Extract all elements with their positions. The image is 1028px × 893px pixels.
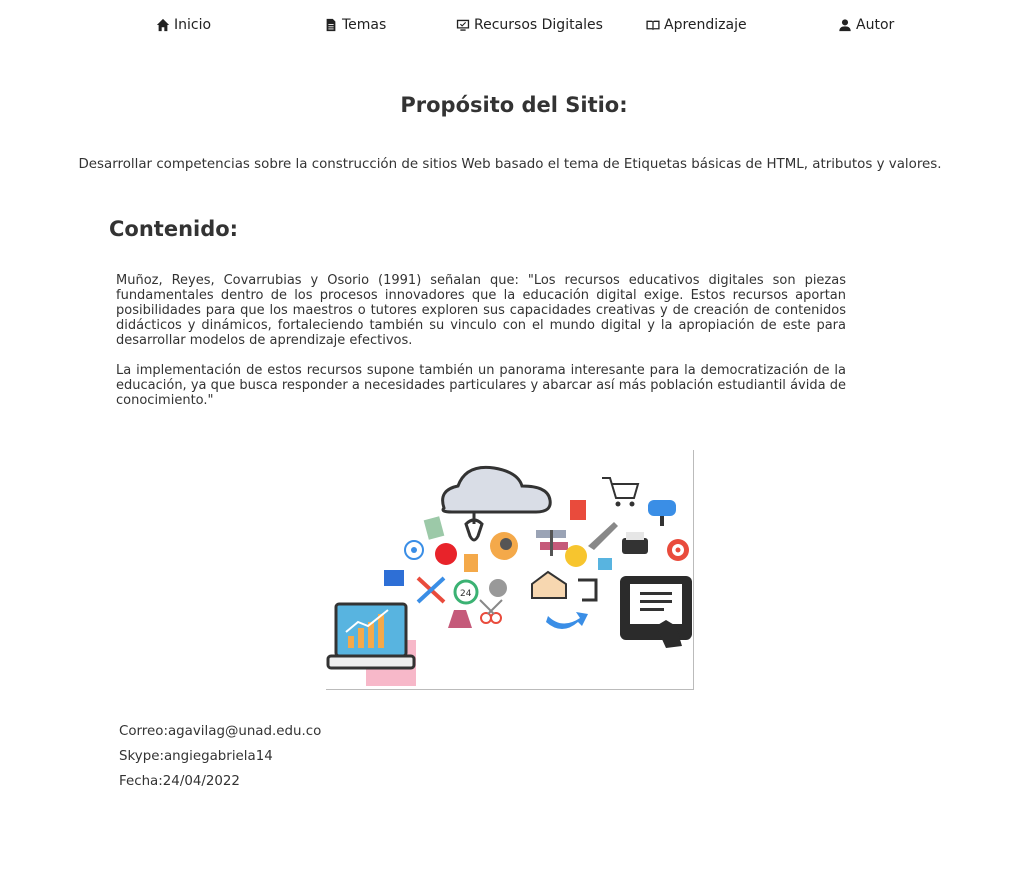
nav-item-label: Aprendizaje: [664, 17, 747, 33]
nav-item-label: Temas: [342, 17, 387, 33]
content-title: Contenido:: [109, 217, 239, 241]
illustration-graphic: 24: [326, 465, 692, 686]
content-paragraph: Muñoz, Reyes, Covarrubias y Osorio (1991…: [116, 273, 846, 348]
contact-email: Correo:agavilag@unad.edu.co: [119, 724, 322, 739]
main-nav: Inicio Temas Recursos Digitales Aprendiz…: [0, 0, 1028, 52]
purpose-text: Desarrollar competencias sobre la constr…: [78, 157, 942, 172]
nav-item-temas[interactable]: Temas: [324, 17, 386, 33]
content-quote: Muñoz, Reyes, Covarrubias y Osorio (1991…: [116, 273, 846, 423]
nav-item-recursos-digitales[interactable]: Recursos Digitales: [456, 17, 603, 33]
contact-date: Fecha:24/04/2022: [119, 774, 240, 789]
nav-item-autor[interactable]: Autor: [838, 17, 894, 33]
purpose-title: Propósito del Sitio:: [400, 93, 628, 117]
nav-item-aprendizaje[interactable]: Aprendizaje: [646, 17, 747, 33]
nav-item-label: Recursos Digitales: [474, 17, 603, 33]
nav-item-inicio[interactable]: Inicio: [156, 17, 211, 33]
contact-skype: Skype:angiegabriela14: [119, 749, 273, 764]
monitor-icon: [456, 19, 470, 31]
digital-resources-illustration: 24: [326, 450, 694, 690]
svg-text:24: 24: [460, 589, 472, 599]
nav-item-label: Inicio: [174, 17, 212, 33]
contact-info: Correo:agavilag@unad.edu.co Skype:angieg…: [119, 722, 321, 797]
content-paragraph: La implementación de estos recursos supo…: [116, 363, 846, 408]
user-icon: [839, 19, 851, 32]
nav-item-label: Autor: [856, 17, 895, 33]
home-icon: [156, 18, 170, 32]
document-icon: [326, 18, 336, 32]
book-icon: [646, 20, 660, 31]
